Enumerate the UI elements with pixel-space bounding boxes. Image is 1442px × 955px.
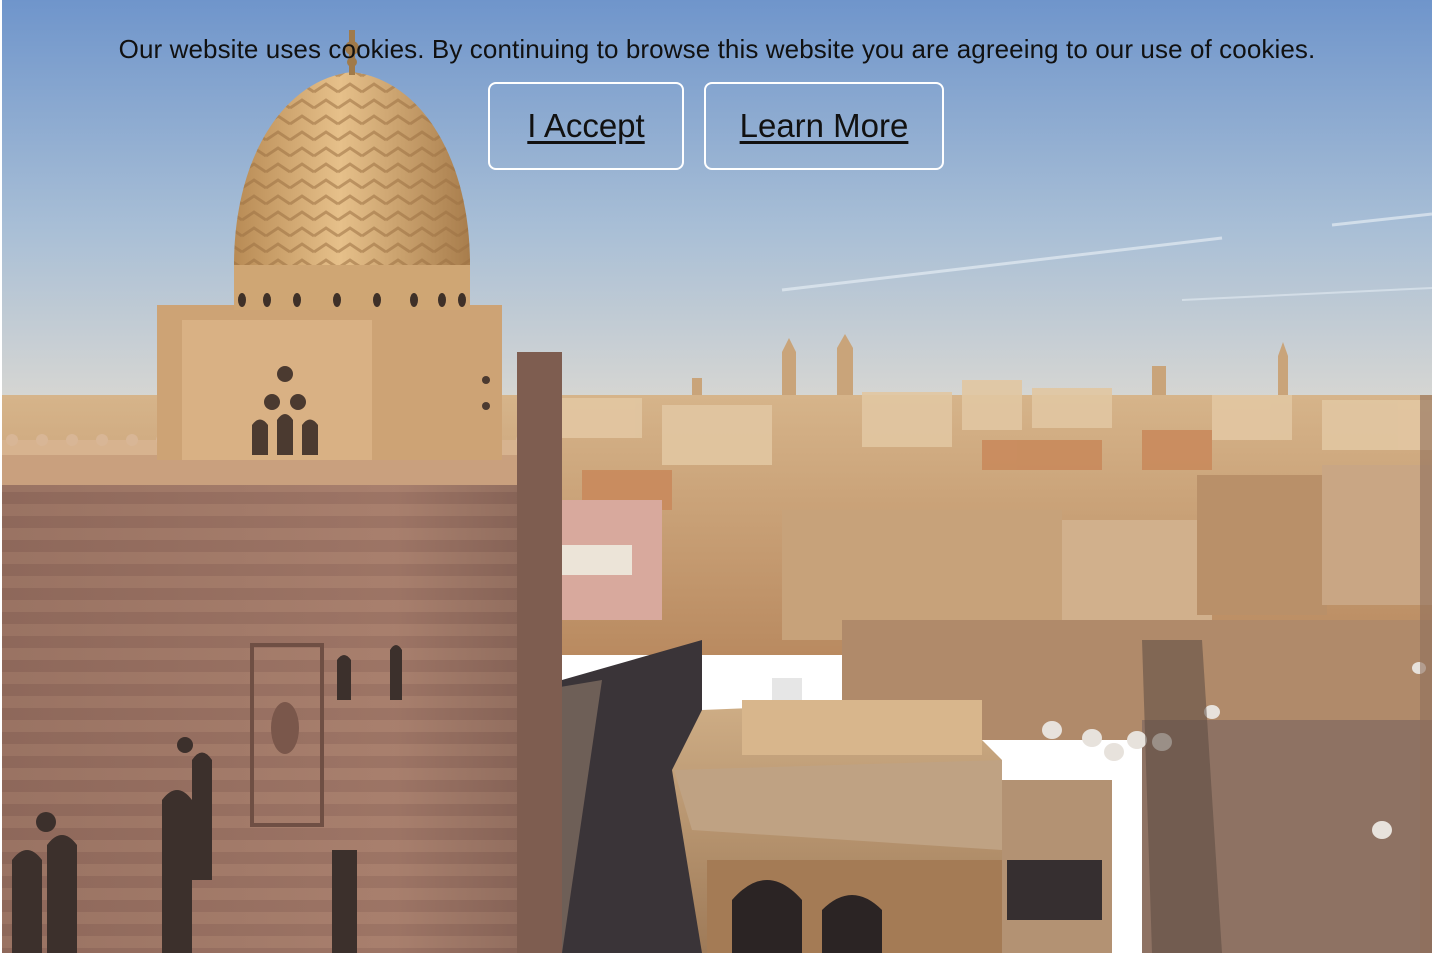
cookie-banner: Our website uses cookies. By continuing … <box>2 0 1432 200</box>
learn-more-button[interactable]: Learn More <box>704 82 944 170</box>
cookie-message: Our website uses cookies. By continuing … <box>118 34 1316 64</box>
page-frame: Our website uses cookies. By continuing … <box>2 0 1432 953</box>
accept-cookies-button[interactable]: I Accept <box>488 82 684 170</box>
